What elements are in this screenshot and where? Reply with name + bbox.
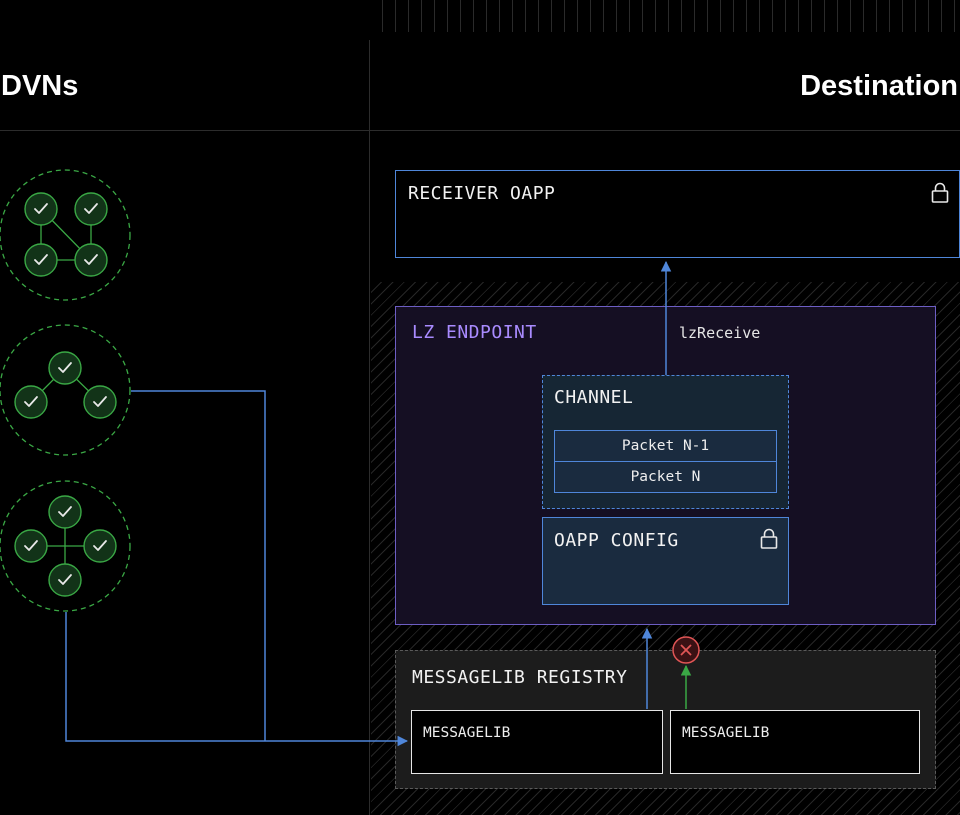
dvn-path xyxy=(65,612,409,747)
check-icon xyxy=(48,495,82,529)
channel-box[interactable]: CHANNEL Packet N-1 Packet N xyxy=(542,375,789,509)
packet-row[interactable]: Packet N xyxy=(554,461,777,493)
messagelib-box[interactable]: MESSAGELIB xyxy=(411,710,663,774)
receiver-oapp-box[interactable]: RECEIVER OAPP xyxy=(395,170,960,258)
lock-icon xyxy=(931,182,949,203)
column-divider xyxy=(369,40,370,815)
packet-row[interactable]: Packet N-1 xyxy=(554,430,777,462)
check-icon xyxy=(24,243,58,277)
channel-label: CHANNEL xyxy=(554,387,634,408)
check-icon xyxy=(24,192,58,226)
messagelib-registry-box[interactable]: MESSAGELIB REGISTRY MESSAGELIB MESSAGELI… xyxy=(395,650,936,789)
lzreceive-label: lzReceive xyxy=(679,324,761,342)
dvn-cluster xyxy=(0,169,131,301)
messagelib-registry-label: MESSAGELIB REGISTRY xyxy=(412,667,628,688)
check-icon xyxy=(74,243,108,277)
messagelib-box[interactable]: MESSAGELIB xyxy=(670,710,920,774)
lock-icon xyxy=(760,528,778,549)
messagelib-label: MESSAGELIB xyxy=(682,725,770,741)
check-icon xyxy=(48,351,82,385)
dvns-heading: DVNs xyxy=(1,70,79,102)
check-icon xyxy=(48,563,82,597)
receiver-oapp-label: RECEIVER OAPP xyxy=(408,183,556,204)
messagelib-label: MESSAGELIB xyxy=(423,725,511,741)
check-icon xyxy=(83,385,117,419)
dvn-cluster xyxy=(0,480,131,612)
check-icon xyxy=(14,529,48,563)
check-icon xyxy=(74,192,108,226)
dvn-path xyxy=(131,390,266,741)
oapp-config-label: OAPP CONFIG xyxy=(554,530,679,551)
check-icon xyxy=(83,529,117,563)
check-icon xyxy=(14,385,48,419)
header-divider xyxy=(0,130,960,131)
oapp-config-box[interactable]: OAPP CONFIG xyxy=(542,517,789,605)
lz-endpoint-label: LZ ENDPOINT xyxy=(412,322,537,343)
top-grid-strip xyxy=(370,0,960,32)
destination-heading: Destination xyxy=(800,70,958,102)
dvn-cluster xyxy=(0,324,131,456)
